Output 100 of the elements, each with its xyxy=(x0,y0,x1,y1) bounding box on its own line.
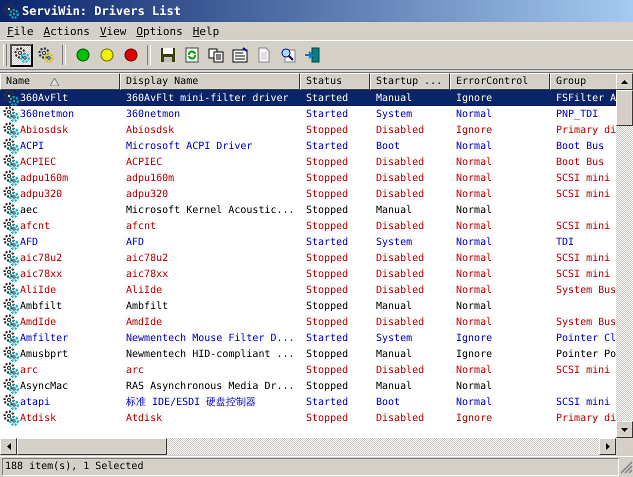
column-header[interactable]: Status xyxy=(300,73,370,90)
toolbar-button[interactable] xyxy=(10,44,33,66)
table-cell: ACPI xyxy=(20,140,44,152)
table-cell-text: 360netmon xyxy=(125,108,182,120)
table-cell-text: Disabled xyxy=(375,172,426,184)
table-cell-text: Stopped xyxy=(305,156,350,168)
table-cell: aic78xx xyxy=(20,268,62,280)
table-cell-text: Boot Bus xyxy=(555,140,606,152)
table-cell-text: Disabled xyxy=(375,316,426,328)
vertical-scrollbar[interactable] xyxy=(616,73,633,438)
table-cell-text: Stopped xyxy=(305,252,350,264)
table-cell-text: afcnt xyxy=(125,220,158,232)
table-cell-text: Microsoft Kernel Acoustic... xyxy=(125,204,296,216)
table-cell-text: Stopped xyxy=(305,284,350,296)
table-cell-text: Started xyxy=(305,92,350,104)
search-icon xyxy=(280,47,296,63)
table-cell: adpu160m xyxy=(20,172,68,184)
table-cell-text: Disabled xyxy=(375,364,426,376)
table-row[interactable]: Abiosdsk Abiosdsk Stopped Disabled Ignore Primary di xyxy=(0,122,616,138)
table-cell-text: SCSI mini xyxy=(555,252,612,264)
table-cell-text: Normal xyxy=(455,220,494,232)
table-cell-text: Manual xyxy=(375,348,414,360)
window-title: ServiWin: Drivers List xyxy=(22,4,181,18)
column-header[interactable]: Startup ... xyxy=(370,73,450,90)
table-row[interactable]: adpu160m adpu160m Stopped Disabled Normal SCSI mini xyxy=(0,170,616,186)
table-row[interactable]: atapi 标准 IDE/ESDI 硬盘控制器 Started Boot Normal SCSI mini xyxy=(0,394,616,410)
table-cell-text: Atdisk xyxy=(125,412,164,424)
table-cell-text: System xyxy=(375,332,414,344)
table-cell-text: Disabled xyxy=(375,284,426,296)
gears-icon xyxy=(3,122,19,138)
table-cell: aic78u2 xyxy=(20,252,62,264)
dot-icon xyxy=(124,48,138,62)
table-cell-text: Stopped xyxy=(305,172,350,184)
horizontal-scrollbar[interactable] xyxy=(0,438,616,455)
table-row[interactable]: AFD AFD Started System Normal TDI xyxy=(0,234,616,250)
table-cell-text: SCSI mini xyxy=(555,220,612,232)
table-row[interactable]: Amusbprt Newmentech HID-compliant ... Stopped Manual Ignore Pointer Po xyxy=(0,346,616,362)
table-cell-text: adpu320 xyxy=(125,188,170,200)
table-row[interactable]: adpu320 adpu320 Stopped Disabled Normal SCSI mini xyxy=(0,186,616,202)
properties-icon xyxy=(232,47,248,63)
table-cell: 360netmon xyxy=(20,108,74,120)
column-header[interactable]: ErrorControl xyxy=(450,73,550,90)
table-cell-text: Disabled xyxy=(375,156,426,168)
table-row[interactable]: aic78xx aic78xx Stopped Disabled Normal SCSI mini xyxy=(0,266,616,282)
table-cell-text: Primary di xyxy=(555,124,616,136)
gears-icon xyxy=(3,314,19,330)
table-cell-text: Normal xyxy=(455,316,494,328)
table-row[interactable]: AsyncMac RAS Asynchronous Media Dr... Stopped Manual Normal xyxy=(0,378,616,394)
table-cell-text: Microsoft ACPI Driver xyxy=(125,140,254,152)
column-header[interactable]: Name xyxy=(0,73,120,90)
table-cell-text: Stopped xyxy=(305,268,350,280)
table-row[interactable]: aec Microsoft Kernel Acoustic... Stopped Manual Normal xyxy=(0,202,616,218)
table-row[interactable]: ACPI Microsoft ACPI Driver Started Boot Normal Boot Bus xyxy=(0,138,616,154)
table-cell-text: Stopped xyxy=(305,316,350,328)
gears-icon xyxy=(3,250,19,266)
table-cell-text: Normal xyxy=(455,268,494,280)
menu-item[interactable]: Options xyxy=(131,24,188,38)
table-row[interactable]: Amfilter Newmentech Mouse Filter D... Started System Ignore Pointer Cl xyxy=(0,330,616,346)
gears-icon xyxy=(3,266,19,282)
table-row[interactable]: AmdIde AmdIde Stopped Disabled Normal System Bus xyxy=(0,314,616,330)
menu-item[interactable]: View xyxy=(94,24,132,38)
table-row[interactable]: ACPIEC ACPIEC Stopped Disabled Normal Boot Bus xyxy=(0,154,616,170)
sort-arrow-icon xyxy=(50,78,60,86)
app-icon xyxy=(3,3,19,19)
column-header[interactable]: Display Name xyxy=(120,73,300,90)
table-cell: atapi xyxy=(20,396,50,408)
table-row[interactable]: 360netmon 360netmon Started System Normal PNP_TDI xyxy=(0,106,616,122)
table-row[interactable]: afcnt afcnt Stopped Disabled Normal SCSI mini xyxy=(0,218,616,234)
table-row[interactable]: arc arc Stopped Disabled Normal SCSI mini xyxy=(0,362,616,378)
table-cell-text: adpu160m xyxy=(125,172,176,184)
table-cell: Amfilter xyxy=(20,332,68,344)
table-cell-text: Manual xyxy=(375,300,414,312)
table-cell-text: Boot Bus xyxy=(555,156,606,168)
scroll-thumb[interactable] xyxy=(616,90,633,126)
gears-icon xyxy=(3,282,19,298)
table-cell-text: Normal xyxy=(455,284,494,296)
table-cell: AliIde xyxy=(20,284,56,296)
table-cell-text: Stopped xyxy=(305,220,350,232)
table-cell-text: Ignore xyxy=(455,348,494,360)
table-row[interactable]: aic78u2 aic78u2 Stopped Disabled Normal SCSI mini xyxy=(0,250,616,266)
table-row[interactable]: Ambfilt Ambfilt Stopped Manual Normal xyxy=(0,298,616,314)
table-row[interactable]: 360AvFlt 360AvFlt mini-filter driver Started Manual Ignore FSFilter A xyxy=(0,90,616,106)
table-row[interactable]: Atdisk Atdisk Stopped Disabled Ignore Primary di xyxy=(0,410,616,426)
table-cell-text: Normal xyxy=(455,364,494,376)
table-cell-text: Normal xyxy=(455,236,494,248)
gears-icon xyxy=(3,154,19,170)
copy-icon xyxy=(208,47,224,63)
table-cell-text: Stopped xyxy=(305,124,350,136)
table-cell-text: System Bus xyxy=(555,316,616,328)
menu-item[interactable]: Help xyxy=(188,24,224,38)
table-row[interactable]: AliIde AliIde Stopped Disabled Normal System Bus xyxy=(0,282,616,298)
scroll-thumb[interactable] xyxy=(17,438,167,455)
table-cell: AmdIde xyxy=(20,316,56,328)
table-cell-text: SCSI mini xyxy=(555,172,612,184)
menu-item[interactable]: File xyxy=(2,24,38,38)
menu-item[interactable]: Actions xyxy=(38,24,95,38)
up-arrow-icon xyxy=(621,80,628,84)
column-header[interactable]: Group xyxy=(550,73,616,90)
table-cell-text: Stopped xyxy=(305,300,350,312)
table-cell-text: Started xyxy=(305,108,350,120)
